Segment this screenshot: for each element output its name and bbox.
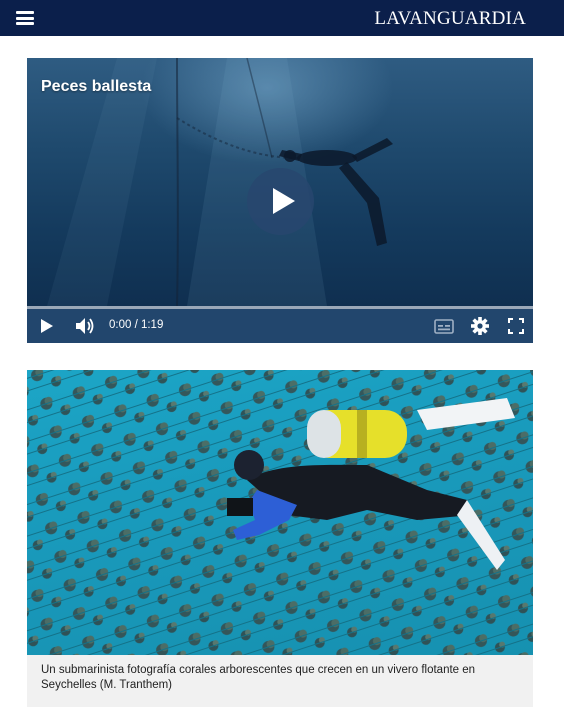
gear-icon[interactable]: [471, 309, 489, 343]
hamburger-menu-icon[interactable]: [16, 11, 34, 25]
site-logo[interactable]: LAVANGUARDIA: [374, 8, 526, 30]
diver-coral-photo: [27, 370, 533, 655]
play-icon[interactable]: [38, 309, 56, 343]
fullscreen-icon[interactable]: [507, 309, 525, 343]
video-control-bar: 0:00 / 1:19: [27, 309, 533, 343]
video-player[interactable]: Peces ballesta 0:00 / 1:19: [27, 58, 533, 343]
video-time-display: 0:00 / 1:19: [109, 319, 164, 331]
subtitles-icon[interactable]: [434, 309, 454, 343]
volume-icon[interactable]: [74, 309, 96, 343]
top-navigation-bar: LAVANGUARDIA: [0, 0, 564, 36]
video-title: Peces ballesta: [41, 78, 152, 95]
photo-caption: Un submarinista fotografía corales arbor…: [27, 655, 533, 707]
big-play-button[interactable]: [247, 168, 314, 235]
